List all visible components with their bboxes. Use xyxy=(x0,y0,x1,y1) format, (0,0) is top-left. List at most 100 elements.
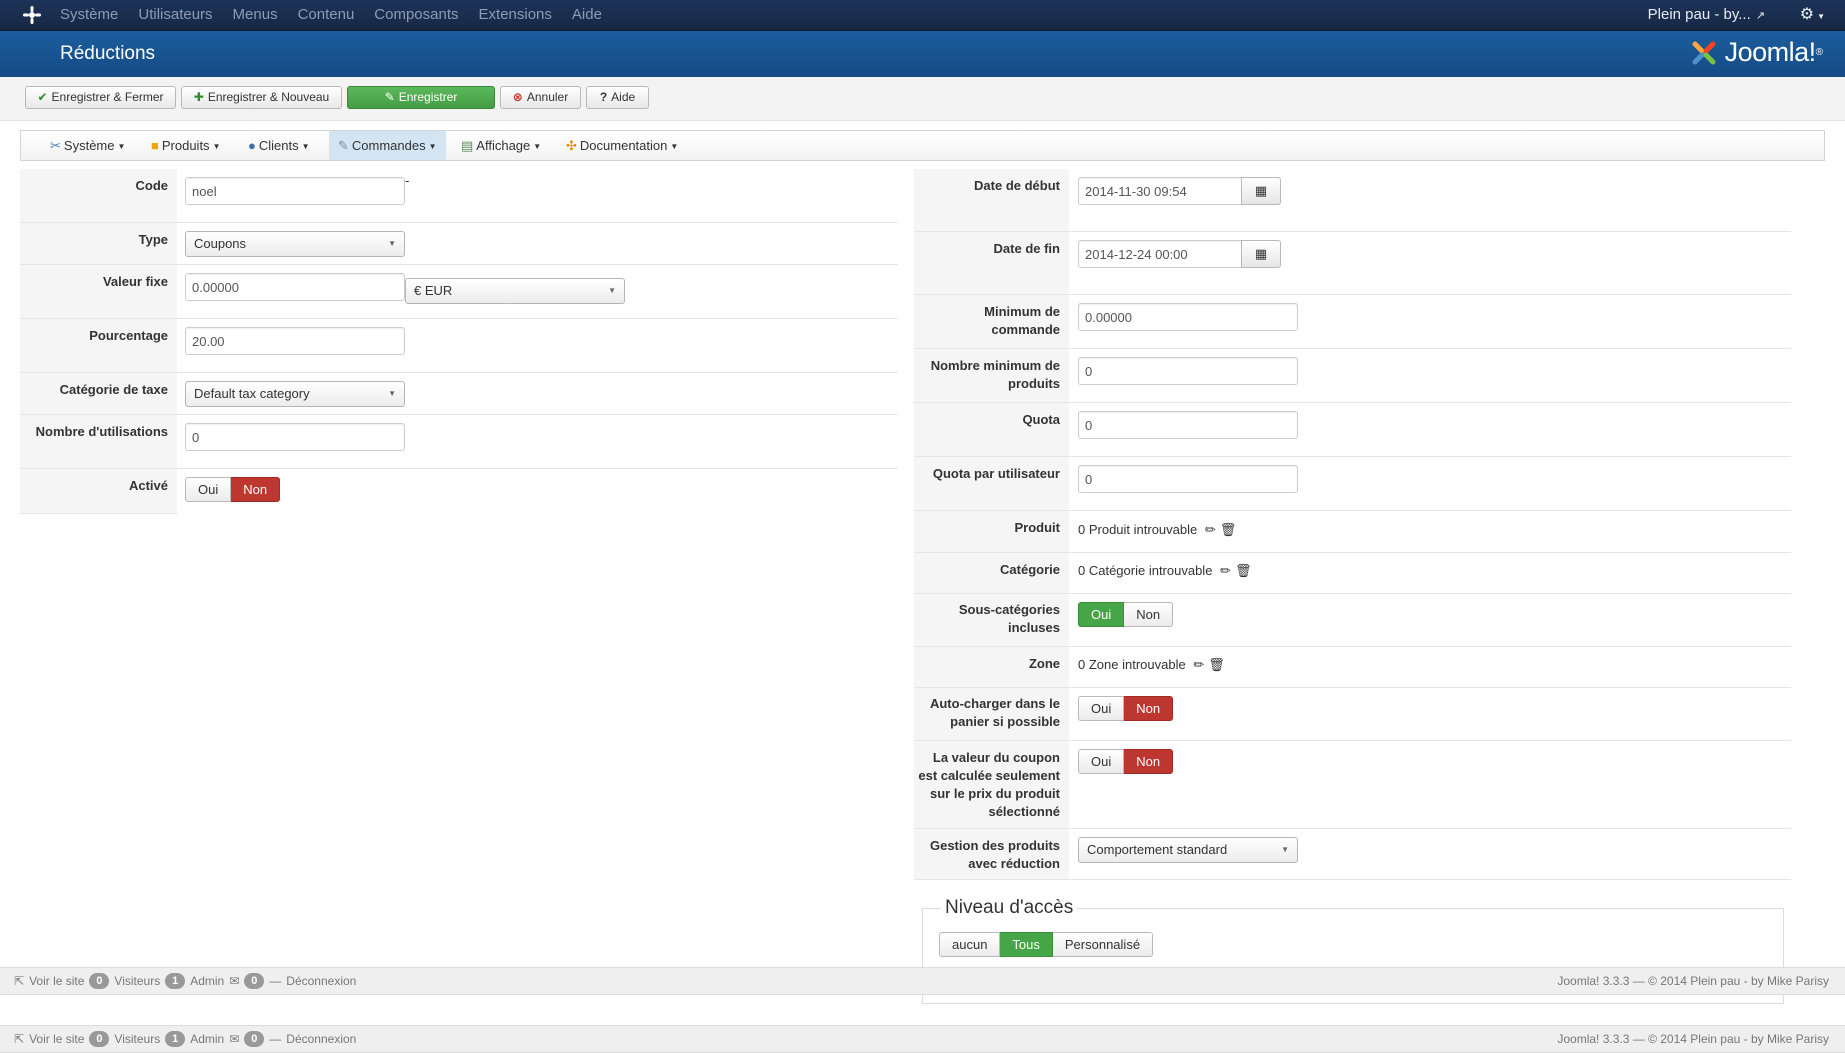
minus-icon: — xyxy=(269,1032,282,1046)
minus-icon: — xyxy=(269,974,282,988)
trash-icon[interactable]: 🗑 xyxy=(1208,657,1225,672)
top-menu-composants[interactable]: Composants xyxy=(374,0,458,30)
save-label: Enregistrer xyxy=(398,90,458,104)
tax-category-select[interactable]: Default tax category ▼ xyxy=(185,381,405,407)
access-all-button[interactable]: Tous xyxy=(1000,932,1053,957)
joomla-logo-icon[interactable] xyxy=(22,5,42,25)
code-label: Code xyxy=(135,178,169,193)
row-divider xyxy=(20,264,898,265)
autoload-no-button[interactable]: Non xyxy=(1124,696,1174,721)
submenu-commandes[interactable]: ✎ Commandes ▼ xyxy=(329,131,446,160)
percentage-input[interactable] xyxy=(185,327,405,355)
zone-value-text: 0 Zone introuvable xyxy=(1078,657,1186,672)
submenu-commandes-label: Commandes xyxy=(351,138,426,153)
coupon-selected-yes-button[interactable]: Oui xyxy=(1078,749,1125,774)
pencil-icon[interactable]: ✏ xyxy=(1205,522,1216,537)
cancel-button[interactable]: ⊗ Annuler xyxy=(500,86,581,109)
external-link-icon: ⇱ xyxy=(14,1032,25,1046)
page-title: Réductions xyxy=(60,43,156,64)
min-products-input[interactable] xyxy=(1078,357,1298,385)
page-header: Réductions Joomla! ® xyxy=(0,31,1845,77)
envelope-icon: ✉ xyxy=(229,974,240,988)
coupon-selected-no-button[interactable]: Non xyxy=(1124,749,1174,774)
type-label: Type xyxy=(138,232,168,247)
save-button[interactable]: ✎ Enregistrer xyxy=(347,86,495,109)
subcategories-toggle[interactable]: Oui Non xyxy=(1078,602,1174,627)
uses-input[interactable] xyxy=(185,423,405,451)
top-navbar: Système Utilisateurs Menus Contenu Compo… xyxy=(0,0,1845,31)
row-divider xyxy=(914,456,1791,457)
fixed-value-input[interactable] xyxy=(185,273,405,301)
active-no-button[interactable]: Non xyxy=(231,477,281,502)
subcategories-yes-button[interactable]: Oui xyxy=(1078,602,1125,627)
help-label: Aide xyxy=(611,90,636,104)
min-order-input[interactable] xyxy=(1078,303,1298,331)
min-order-label: Minimum de commande xyxy=(984,304,1060,337)
help-button[interactable]: ? Aide xyxy=(586,86,649,109)
pencil-icon[interactable]: ✏ xyxy=(1193,657,1204,672)
dropdown-arrow-icon: ▼ xyxy=(388,239,396,248)
row-divider xyxy=(20,318,898,319)
site-link[interactable]: Plein pau - by... ↗ xyxy=(1648,0,1765,31)
submenu-produits[interactable]: ■ Produits ▼ xyxy=(142,131,229,160)
save-new-button[interactable]: ✚ Enregistrer & Nouveau xyxy=(181,86,342,109)
view-site-link[interactable]: Voir le site xyxy=(29,1026,84,1052)
submenu-clients[interactable]: ● Clients ▼ xyxy=(239,131,319,160)
active-yes-button[interactable]: Oui xyxy=(185,477,232,502)
row-divider xyxy=(914,740,1791,741)
visitors-label: Visiteurs xyxy=(114,974,161,988)
top-menu-aide[interactable]: Aide xyxy=(572,0,602,30)
submenu-documentation[interactable]: ✣ Documentation ▼ xyxy=(557,131,687,160)
active-toggle[interactable]: Oui Non xyxy=(185,477,281,502)
autoload-label: Auto-charger dans le panier si possible xyxy=(929,696,1060,729)
save-close-button[interactable]: ✔ Enregistrer & Fermer xyxy=(25,86,176,109)
code-input[interactable] xyxy=(185,177,405,205)
discounted-products-select[interactable]: Comportement standard ▼ xyxy=(1078,837,1298,863)
dropdown-arrow-icon: ▼ xyxy=(388,389,396,398)
autoload-toggle[interactable]: Oui Non xyxy=(1078,696,1174,721)
gear-icon[interactable]: ⚙ ▼ xyxy=(1800,0,1825,32)
submenu-affichage[interactable]: ▤ Affichage ▼ xyxy=(452,131,550,160)
messages-count: 0 xyxy=(244,973,265,989)
logout-link[interactable]: Déconnexion xyxy=(286,1026,356,1052)
top-menu-menus[interactable]: Menus xyxy=(233,0,278,30)
pencil-icon[interactable]: ✏ xyxy=(1220,563,1231,578)
access-custom-button[interactable]: Personnalisé xyxy=(1052,932,1154,957)
calendar-icon[interactable]: ▦ xyxy=(1241,177,1281,205)
autoload-yes-button[interactable]: Oui xyxy=(1078,696,1125,721)
submenu-systeme[interactable]: ✂ Système ▼ xyxy=(41,131,134,160)
quota-per-user-input[interactable] xyxy=(1078,465,1298,493)
display-icon: ▤ xyxy=(461,138,474,153)
row-divider xyxy=(914,231,1791,232)
cancel-icon: ⊗ xyxy=(512,90,523,104)
trash-icon[interactable]: 🗑 xyxy=(1235,563,1252,578)
brand-name: Joomla! xyxy=(1724,37,1817,67)
help-wheel-icon: ✣ xyxy=(566,138,577,153)
top-menu-extensions[interactable]: Extensions xyxy=(479,0,552,30)
row-divider xyxy=(914,593,1791,594)
envelope-icon: ✉ xyxy=(229,1032,240,1046)
subcategories-no-button[interactable]: Non xyxy=(1124,602,1174,627)
coupon-selected-toggle[interactable]: Oui Non xyxy=(1078,749,1174,774)
trash-icon[interactable]: 🗑 xyxy=(1220,522,1237,537)
currency-select-value: € EUR xyxy=(414,283,453,298)
top-menu-utilisateurs[interactable]: Utilisateurs xyxy=(138,0,212,30)
top-menu-contenu[interactable]: Contenu xyxy=(298,0,355,30)
logout-link[interactable]: Déconnexion xyxy=(286,968,356,994)
currency-select[interactable]: € EUR ▼ xyxy=(405,278,625,304)
end-date-input[interactable] xyxy=(1078,240,1242,268)
copyright: Joomla! 3.3.3 — © 2014 Plein pau - by Mi… xyxy=(1557,1032,1829,1046)
coupon-selected-label: La valeur du coupon est calculée seuleme… xyxy=(918,750,1060,819)
access-none-button[interactable]: aucun xyxy=(939,932,1001,957)
view-site-link[interactable]: Voir le site xyxy=(29,968,84,994)
quota-input[interactable] xyxy=(1078,411,1298,439)
calendar-icon[interactable]: ▦ xyxy=(1241,240,1281,268)
top-menu-systeme[interactable]: Système xyxy=(60,0,118,30)
admin-count: 1 xyxy=(165,1031,186,1047)
visitors-count: 0 xyxy=(89,973,110,989)
dropdown-arrow-icon: ▼ xyxy=(1281,845,1289,854)
copyright: Joomla! 3.3.3 — © 2014 Plein pau - by Mi… xyxy=(1557,974,1829,988)
plus-icon: ✚ xyxy=(193,90,204,104)
start-date-input[interactable] xyxy=(1078,177,1242,205)
type-select[interactable]: Coupons ▼ xyxy=(185,231,405,257)
